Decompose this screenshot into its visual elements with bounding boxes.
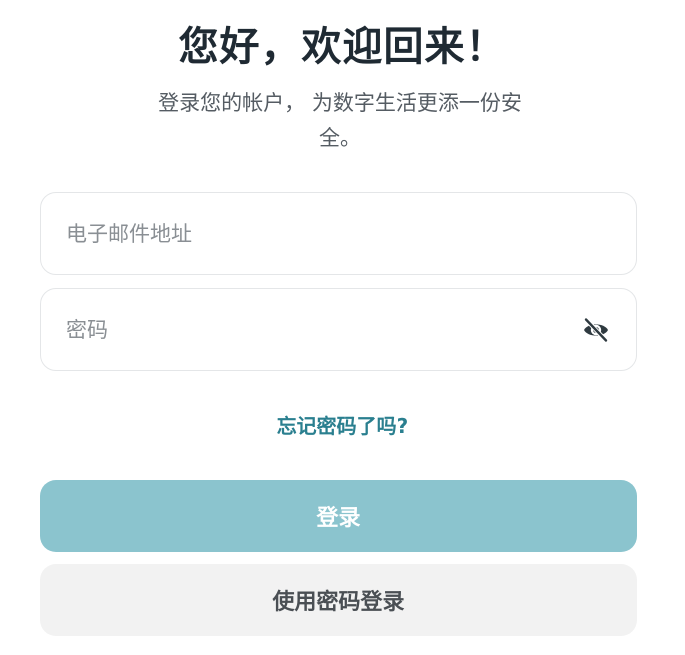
eye-off-icon[interactable] (582, 317, 610, 343)
forgot-password-link[interactable]: 忘记密码了吗? (0, 410, 685, 439)
email-field-container (40, 192, 637, 275)
email-field[interactable] (66, 193, 566, 274)
page-subtitle: 登录您的帐户， 为数字生活更添一份安全。 (158, 91, 522, 150)
page-title: 您好，欢迎回来！ (178, 24, 507, 70)
password-field-container (40, 288, 637, 371)
password-field[interactable] (66, 289, 566, 370)
password-login-button[interactable]: 使用密码登录 (40, 564, 637, 636)
login-button[interactable]: 登录 (40, 480, 637, 552)
